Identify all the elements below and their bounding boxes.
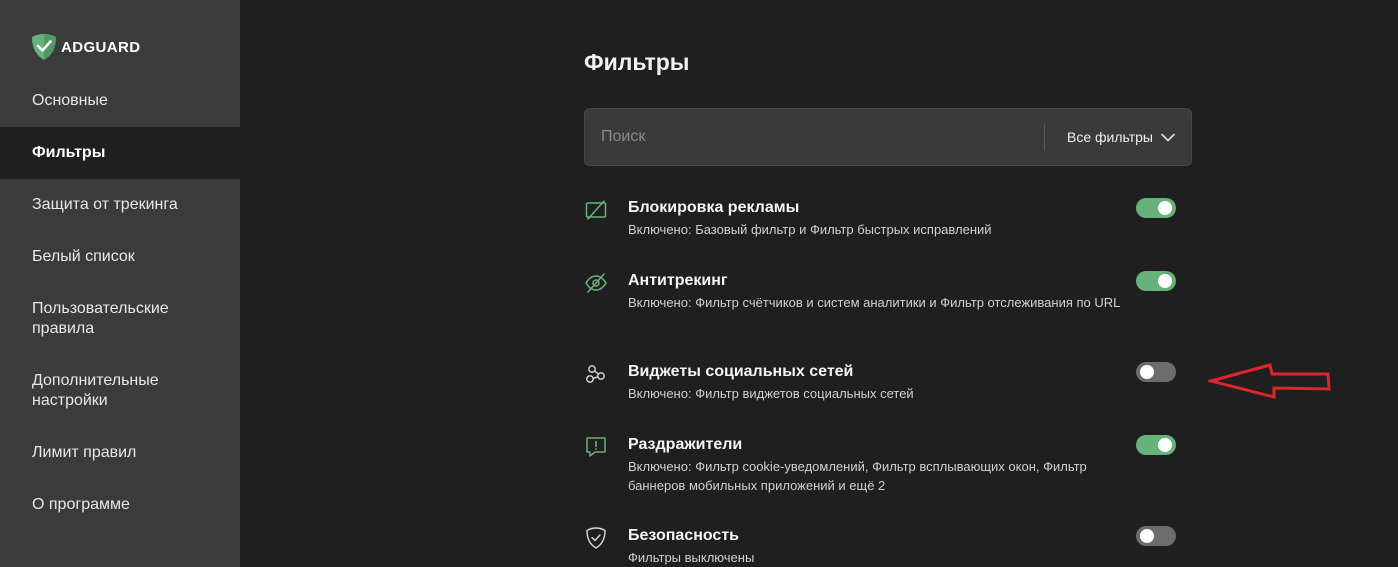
toggle-knob <box>1158 201 1172 215</box>
share-nodes-icon <box>586 365 605 383</box>
filter-group-description: Включено: Фильтр виджетов социальных сет… <box>628 386 914 401</box>
annoyances-toggle[interactable] <box>1136 435 1176 455</box>
search-input[interactable] <box>585 109 1045 165</box>
shield-check-icon <box>586 527 606 549</box>
filter-group-title: Виджеты социальных сетей <box>628 363 854 380</box>
filter-group-title: Блокировка рекламы <box>628 199 800 216</box>
filter-group-anti-tracking[interactable]: Антитрекинг Включено: Фильтр счётчиков и… <box>584 271 1184 333</box>
toggle-knob <box>1140 365 1154 379</box>
sidebar-item-tracking-protection[interactable]: Защита от трекинга <box>0 179 240 231</box>
filter-group-social-widgets[interactable]: Виджеты социальных сетей Включено: Фильт… <box>584 362 1184 406</box>
sidebar-item-rule-limit[interactable]: Лимит правил <box>0 427 240 479</box>
chevron-down-icon <box>1161 133 1175 141</box>
filter-group-description: Включено: Фильтр счётчиков и систем анал… <box>628 295 1121 310</box>
sidebar-item-about[interactable]: О программе <box>0 479 240 531</box>
alert-bubble-icon <box>586 437 606 457</box>
ad-blocking-toggle[interactable] <box>1136 198 1176 218</box>
page-title: Фильтры <box>584 49 690 75</box>
filter-group-title: Антитрекинг <box>628 272 728 289</box>
toggle-knob <box>1158 438 1172 452</box>
sidebar-item-label: Защита от трекинга <box>32 196 178 213</box>
sidebar-item-label: Лимит правил <box>32 444 137 461</box>
app-window: ADGUARD Основные Фильтры Защита от треки… <box>0 0 1398 567</box>
filter-group-description: Фильтры выключены <box>628 550 755 565</box>
social-widgets-toggle[interactable] <box>1136 362 1176 382</box>
sidebar-item-allowlist[interactable]: Белый список <box>0 231 240 283</box>
filter-group-title: Раздражители <box>628 436 743 453</box>
eye-crossed-icon <box>585 273 607 293</box>
anti-tracking-toggle[interactable] <box>1136 271 1176 291</box>
filter-type-select-value: Все фильтры <box>1067 129 1153 145</box>
sidebar-item-filters[interactable]: Фильтры <box>0 127 240 179</box>
sidebar-item-label: Основные <box>32 92 108 109</box>
sidebar-item-label: О программе <box>32 496 130 513</box>
filter-type-select[interactable]: Все фильтры <box>1067 109 1175 165</box>
ad-block-icon <box>585 200 607 220</box>
sidebar-item-general[interactable]: Основные <box>0 75 240 127</box>
logo[interactable]: ADGUARD <box>32 34 140 60</box>
security-toggle[interactable] <box>1136 526 1176 546</box>
filter-group-description: Включено: Базовый фильтр и Фильтр быстры… <box>628 222 992 237</box>
filter-group-title: Безопасность <box>628 527 739 544</box>
red-arrow-left-icon <box>1208 363 1331 399</box>
sidebar-item-label: Фильтры <box>32 144 106 161</box>
search-divider <box>1044 124 1045 151</box>
search-box: Все фильтры <box>584 108 1192 166</box>
filter-group-security[interactable]: Безопасность Фильтры выключены <box>584 526 1184 567</box>
logo-text: ADGUARD <box>61 38 141 56</box>
filter-group-ad-blocking[interactable]: Блокировка рекламы Включено: Базовый фил… <box>584 198 1184 246</box>
filter-group-description: Включено: Фильтр cookie-уведомлений, Фил… <box>628 459 1087 493</box>
toggle-knob <box>1140 529 1154 543</box>
sidebar-item-label: Дополнительные настройки <box>32 372 159 409</box>
sidebar-item-label: Белый список <box>32 248 135 265</box>
filter-group-annoyances[interactable]: Раздражители Включено: Фильтр cookie-уве… <box>584 435 1184 497</box>
sidebar: ADGUARD Основные Фильтры Защита от треки… <box>0 0 240 567</box>
toggle-knob <box>1158 274 1172 288</box>
sidebar-item-advanced-settings[interactable]: Дополнительные настройки <box>0 360 240 422</box>
sidebar-item-label: Пользовательские правила <box>32 300 169 337</box>
adguard-shield-check-icon <box>32 34 56 60</box>
sidebar-item-user-rules[interactable]: Пользовательские правила <box>0 288 240 350</box>
